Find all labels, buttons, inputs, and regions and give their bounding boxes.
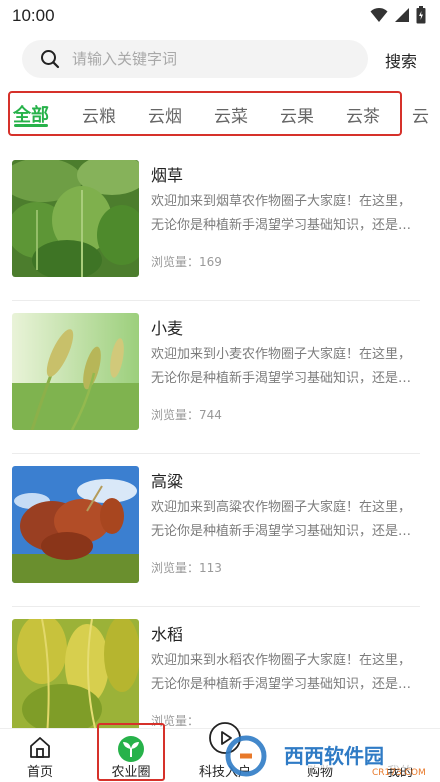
item-title: 高粱 (151, 472, 184, 491)
nav-label: 科技入户 (198, 765, 251, 780)
wheat-thumbnail (12, 313, 139, 430)
item-views: 浏览量：169 (151, 255, 222, 269)
item-description: 欢迎加来到小麦农作物圈子大家庭！在这里，无论你是种植新手渴望学习基础知识，还是… (151, 347, 412, 386)
item-description: 欢迎加来到高粱农作物圈子大家庭！在这里，无论你是种植新手渴望学习基础知识，还是… (151, 500, 412, 539)
item-views: 浏览量： (151, 714, 200, 728)
status-bar: 10:00 (0, 0, 440, 32)
item-views: 浏览量：744 (151, 408, 222, 422)
nav-mine[interactable]: 我的 (360, 729, 440, 782)
nav-agri-circle[interactable]: 农业圈 (91, 729, 171, 782)
list-item[interactable]: 小麦 欢迎加来到小麦农作物圈子大家庭！在这里，无论你是种植新手渴望学习基础知识，… (0, 301, 440, 454)
home-icon (30, 737, 50, 758)
tobacco-thumbnail (12, 160, 139, 277)
item-views: 浏览量：113 (151, 561, 222, 575)
tab-yun-vegetable[interactable]: 云菜 (214, 102, 248, 127)
sprout-icon (118, 736, 144, 762)
nav-shop[interactable]: 购物 (280, 729, 360, 782)
nav-tech[interactable]: 科技入户 (185, 722, 265, 782)
nav-label: 购物 (306, 765, 333, 780)
status-time: 10:00 (12, 6, 55, 25)
battery-icon (416, 6, 426, 24)
play-circle-icon (209, 722, 241, 754)
rice-thumbnail (12, 619, 139, 736)
wifi-icon (370, 7, 388, 22)
signal-icon (395, 8, 409, 22)
item-title: 水稻 (151, 625, 184, 644)
search-input[interactable] (72, 40, 352, 78)
tab-yun-tea[interactable]: 云茶 (346, 102, 380, 127)
item-description: 欢迎加来到烟草农作物圈子大家庭！在这里，无论你是种植新手渴望学习基础知识，还是… (151, 194, 412, 233)
nav-home[interactable]: 首页 (0, 729, 80, 782)
search-icon (41, 50, 60, 69)
search-row: 搜索 (0, 40, 440, 80)
tab-yun-tobacco[interactable]: 云烟 (148, 102, 182, 127)
list-item[interactable]: 高粱 欢迎加来到高粱农作物圈子大家庭！在这里，无论你是种植新手渴望学习基础知识，… (0, 454, 440, 607)
item-title: 烟草 (151, 166, 184, 185)
sorghum-thumbnail (12, 466, 139, 583)
search-button[interactable]: 搜索 (385, 48, 417, 72)
tab-more[interactable]: 云 (412, 102, 429, 127)
nav-label: 我的 (386, 765, 413, 780)
nav-label: 农业圈 (111, 765, 151, 780)
list-item[interactable]: 烟草 欢迎加来到烟草农作物圈子大家庭！在这里，无论你是种植新手渴望学习基础知识，… (0, 148, 440, 301)
category-tabs: 全部 云粮 云烟 云菜 云果 云茶 云 (0, 90, 440, 138)
bottom-nav: 首页 农业圈 科技入户 购物 我的 (0, 722, 440, 782)
nav-label: 首页 (26, 765, 53, 780)
item-description: 欢迎加来到水稻农作物圈子大家庭！在这里，无论你是种植新手渴望学习基础知识，还是… (151, 653, 412, 692)
status-icons (370, 6, 426, 24)
search-box[interactable] (22, 40, 368, 78)
tab-yun-fruit[interactable]: 云果 (280, 102, 314, 127)
tab-yun-grain[interactable]: 云粮 (82, 102, 116, 127)
tabs-highlight-box (8, 91, 402, 136)
item-title: 小麦 (151, 319, 184, 338)
active-tab-underline (14, 124, 48, 127)
